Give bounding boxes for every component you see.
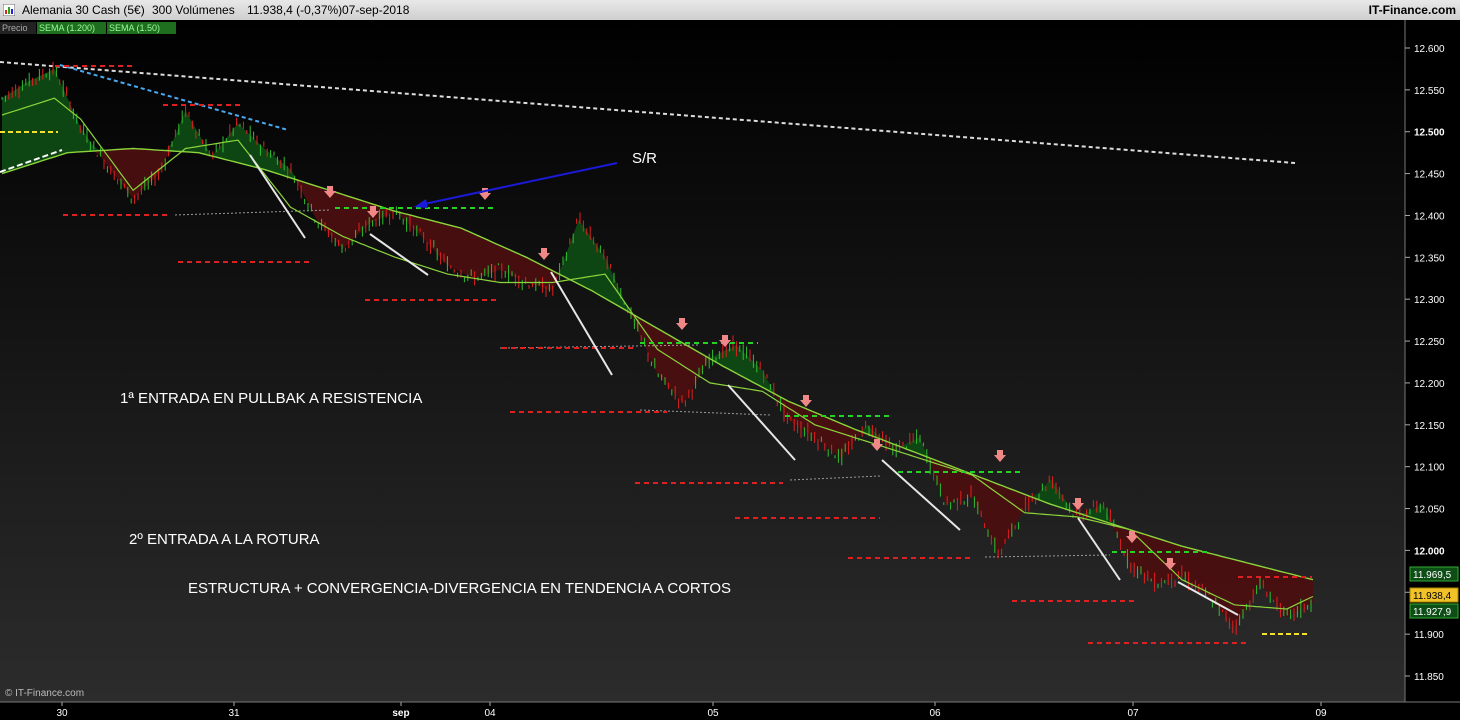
sr-annotation: S/R	[632, 150, 657, 167]
x-tick-label: 31	[228, 708, 240, 719]
y-tick-label: 12.250	[1414, 337, 1445, 348]
y-tick-label: 12.600	[1414, 44, 1445, 55]
y-tick-label: 12.200	[1414, 379, 1445, 390]
title-bar: Alemania 30 Cash (5€) 300 Volúmenes 11.9…	[0, 0, 1460, 21]
y-tick-label: 12.050	[1414, 505, 1445, 516]
price-label-upper-text: 11.969,5	[1413, 570, 1452, 581]
entry2-annotation: 2º ENTRADA A LA ROTURA	[129, 531, 320, 548]
legend-ma-short[interactable]: SEMA (1.50)	[107, 22, 176, 34]
watermark: © IT-Finance.com	[5, 688, 85, 699]
legend-price[interactable]: Precio	[0, 22, 36, 34]
y-tick-label: 12.500	[1414, 128, 1445, 139]
timeframe-label: 300 Volúmenes	[152, 3, 235, 17]
entry1-annotation: 1ª ENTRADA EN PULLBAK A RESISTENCIA	[120, 390, 422, 407]
instrument-title: Alemania 30 Cash (5€)	[22, 3, 145, 17]
x-tick-label: 09	[1315, 708, 1327, 719]
y-tick-label: 12.550	[1414, 86, 1445, 97]
legend-ma-long[interactable]: SEMA (1.200)	[37, 22, 106, 34]
brand-label: IT-Finance.com	[1368, 3, 1456, 17]
y-tick-label: 12.450	[1414, 170, 1445, 181]
y-tick-label: 12.100	[1414, 463, 1445, 474]
y-tick-label: 12.300	[1414, 295, 1445, 306]
y-tick-label: 12.000	[1414, 546, 1445, 557]
y-tick-label: 12.150	[1414, 421, 1445, 432]
price-chart[interactable]: 12.600 12.550 12.500 12.450 12.400 12.350 12.3…	[0, 20, 1460, 720]
date-label: 07-sep-2018	[342, 3, 410, 17]
y-tick-label: 11.850	[1414, 672, 1444, 683]
price-label-last: 11.938,4	[1409, 587, 1459, 603]
x-tick-label: 04	[484, 708, 496, 719]
chart-app-icon	[3, 4, 15, 16]
quote-label: 11.938,4 (-0,37%)	[247, 3, 343, 17]
x-tick-label: 06	[929, 708, 941, 719]
y-tick-label: 12.350	[1414, 253, 1445, 264]
x-tick-label: sep	[392, 708, 409, 719]
price-label-last-text: 11.938,4	[1413, 591, 1452, 602]
price-label-upper: 11.969,5	[1409, 566, 1459, 582]
x-tick-label: 05	[707, 708, 719, 719]
x-tick-label: 07	[1127, 708, 1139, 719]
price-label-lower: 11.927,9	[1409, 603, 1459, 619]
structure-annotation: ESTRUCTURA + CONVERGENCIA-DIVERGENCIA EN…	[188, 580, 731, 597]
x-tick-label: 30	[56, 708, 68, 719]
price-label-lower-text: 11.927,9	[1413, 607, 1452, 618]
y-tick-label: 12.400	[1414, 212, 1445, 223]
y-tick-label: 11.900	[1414, 630, 1444, 641]
